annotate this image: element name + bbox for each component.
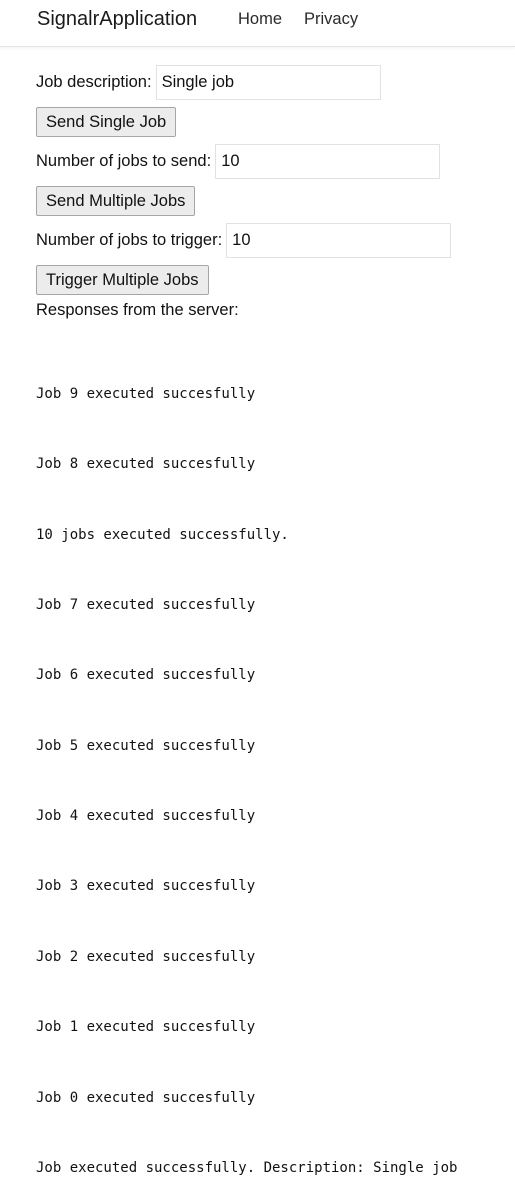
send-single-row: Send Single Job	[36, 107, 506, 137]
send-single-job-button[interactable]: Send Single Job	[36, 107, 177, 137]
response-item: Job 2 executed succesfully	[36, 948, 256, 965]
main-content: Job description: Send Single Job Number …	[36, 64, 506, 1202]
num-send-input[interactable]	[215, 143, 441, 179]
response-item: Job 7 executed succesfully	[36, 596, 256, 613]
response-item: Job 5 executed succesfully	[36, 737, 256, 754]
num-trigger-input[interactable]	[226, 222, 452, 258]
response-item: 10 jobs executed successfully.	[36, 526, 289, 543]
trigger-multiple-jobs-button[interactable]: Trigger Multiple Jobs	[36, 265, 209, 295]
send-multiple-jobs-button[interactable]: Send Multiple Jobs	[36, 186, 196, 216]
response-item: Job 1 executed succesfully	[36, 1019, 256, 1036]
nav-link-home[interactable]: Home	[238, 10, 282, 29]
num-send-row: Number of jobs to send:	[36, 143, 506, 179]
navbar: SignalrApplication Home Privacy	[0, 0, 515, 47]
job-description-input[interactable]	[155, 64, 381, 100]
responses-list: Job 9 executed succesfully Job 8 execute…	[36, 336, 506, 1202]
num-trigger-row: Number of jobs to trigger:	[36, 222, 506, 258]
response-item: Job 4 executed succesfully	[36, 808, 256, 825]
response-item: Job 3 executed succesfully	[36, 878, 256, 895]
brand-link[interactable]: SignalrApplication	[37, 8, 197, 31]
response-item: Job 0 executed succesfully	[36, 1089, 256, 1106]
job-description-label: Job description:	[36, 72, 152, 91]
response-item: Job 6 executed succesfully	[36, 667, 256, 684]
response-item: Job 8 executed succesfully	[36, 456, 256, 473]
send-multiple-row: Send Multiple Jobs	[36, 186, 506, 216]
num-send-label: Number of jobs to send:	[36, 151, 212, 170]
responses-label: Responses from the server:	[36, 301, 239, 319]
trigger-multiple-row: Trigger Multiple Jobs	[36, 265, 506, 295]
job-description-row: Job description:	[36, 64, 506, 100]
num-trigger-label: Number of jobs to trigger:	[36, 230, 223, 249]
nav-link-privacy[interactable]: Privacy	[304, 10, 358, 29]
response-item: Job 9 executed succesfully	[36, 385, 256, 402]
response-item: Job executed successfully. Description: …	[36, 1159, 458, 1176]
